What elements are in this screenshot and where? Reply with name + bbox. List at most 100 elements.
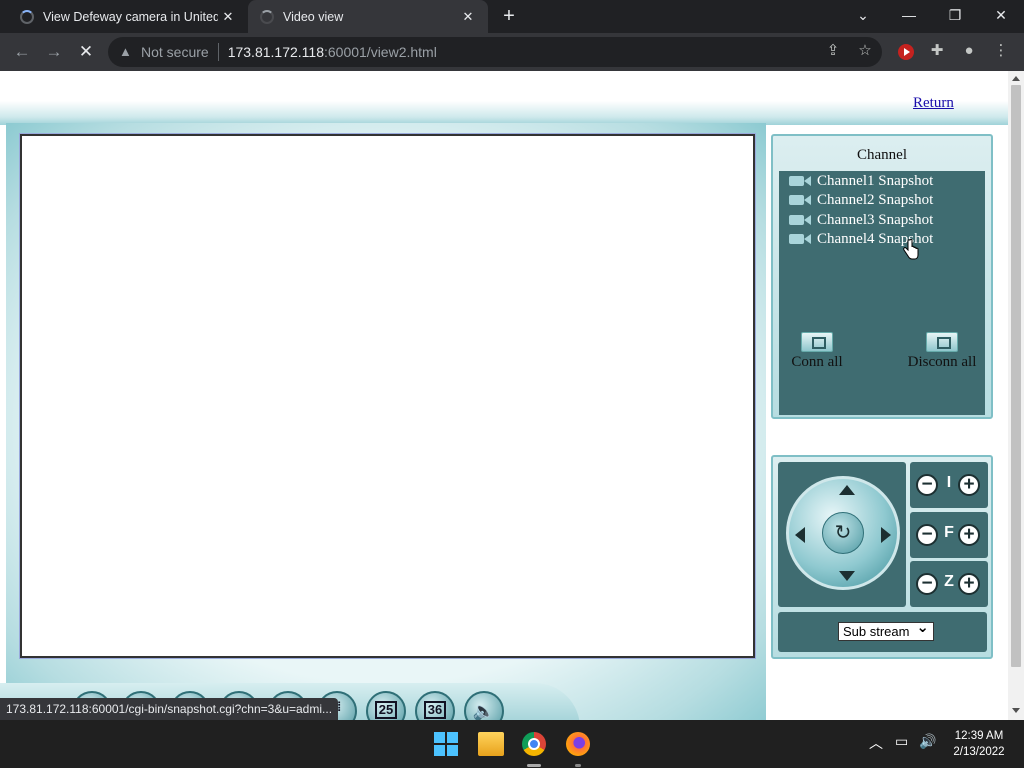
back-arrow-icon[interactable]: ← xyxy=(10,41,34,63)
stop-loading-icon[interactable]: ✕ xyxy=(74,41,98,63)
hand-cursor-icon xyxy=(903,239,919,260)
focus-minus-icon[interactable]: − xyxy=(916,524,938,546)
focus-plus-icon[interactable]: + xyxy=(958,524,980,546)
iris-label: I xyxy=(946,474,952,491)
tab-bar: View Defeway camera in United S ✕ Video … xyxy=(0,0,1024,33)
zoom-plus-icon[interactable]: + xyxy=(958,573,980,595)
restore-icon[interactable]: ❐ xyxy=(932,0,978,33)
web-page: Return Channel Channel1 Snapshot Channel… xyxy=(0,71,1008,720)
clock-time: 12:39 AM xyxy=(954,730,1004,742)
network-icon[interactable]: ▭ xyxy=(895,733,908,750)
tab-defeway-camera[interactable]: View Defeway camera in United S ✕ xyxy=(8,0,248,33)
ptz-joystick-box: ↻ xyxy=(778,462,906,607)
grid-25-label: 25 xyxy=(374,701,398,719)
video-view-area[interactable] xyxy=(20,134,755,658)
header-band xyxy=(0,71,1008,125)
network-connect-icon xyxy=(801,332,833,352)
pan-down-icon[interactable] xyxy=(839,571,855,581)
conn-all-label: Conn all xyxy=(791,354,843,370)
loading-spinner-icon xyxy=(260,9,274,24)
tab-close-icon[interactable]: ✕ xyxy=(458,9,478,25)
new-tab-icon[interactable]: + xyxy=(498,5,520,27)
grid-36-button[interactable]: 36 xyxy=(415,691,455,720)
tray-chevron-up-icon[interactable]: ︿ xyxy=(869,733,883,753)
file-explorer-icon[interactable] xyxy=(478,732,504,756)
tab-title: Video view xyxy=(283,9,344,24)
auto-rotate-button[interactable]: ↻ xyxy=(822,512,864,554)
camera-icon xyxy=(789,232,813,246)
grid-25-button[interactable]: 25 xyxy=(366,691,406,720)
channel3-snapshot[interactable]: Channel3 Snapshot xyxy=(789,210,933,230)
channel-list: Channel1 Snapshot Channel2 Snapshot Chan… xyxy=(779,171,985,415)
minimize-icon[interactable]: — xyxy=(886,0,932,33)
forward-arrow-icon[interactable]: → xyxy=(42,41,66,63)
focus-label: F xyxy=(944,524,954,541)
firefox-icon[interactable] xyxy=(566,732,590,756)
camera-icon xyxy=(789,213,813,227)
ptz-joystick[interactable]: ↻ xyxy=(786,476,900,590)
rotate-icon: ↻ xyxy=(834,522,852,544)
zoom-control: − Z + xyxy=(910,561,988,607)
profile-avatar-icon[interactable]: ● xyxy=(959,41,979,61)
disconn-all-label: Disconn all xyxy=(907,354,977,370)
warning-triangle-icon[interactable]: ▲ xyxy=(119,45,133,59)
channel-label: Channel2 Snapshot xyxy=(817,191,934,208)
loading-spinner-icon xyxy=(20,9,34,24)
return-link[interactable]: Return xyxy=(913,95,954,112)
camera-icon xyxy=(789,174,813,188)
volume-icon[interactable]: 🔊 xyxy=(919,733,936,750)
url-path: :60001/view2.html xyxy=(323,44,437,60)
close-window-icon[interactable]: ✕ xyxy=(978,0,1024,33)
bookmark-star-icon[interactable]: ☆ xyxy=(855,41,875,61)
stream-select[interactable]: Sub stream xyxy=(838,619,934,641)
security-label[interactable]: Not secure xyxy=(141,44,209,60)
ptz-panel: ↻ − I + − F + − Z + Sub stream xyxy=(771,455,993,659)
address-bar[interactable]: ▲ Not secure 173.81.172.118 :60001/view2… xyxy=(108,37,882,67)
share-icon[interactable]: ⇪ xyxy=(823,41,843,61)
conn-all-button[interactable]: Conn all xyxy=(777,332,857,371)
extensions-puzzle-icon[interactable]: ✚ xyxy=(927,41,947,61)
pan-right-icon[interactable] xyxy=(881,527,891,543)
windows-start-icon[interactable] xyxy=(434,732,460,756)
scroll-up-icon[interactable] xyxy=(1012,76,1020,81)
channel-panel-title: Channel xyxy=(857,147,907,163)
disconn-all-button[interactable]: Disconn all xyxy=(897,332,987,371)
channel2-snapshot[interactable]: Channel2 Snapshot xyxy=(789,190,933,210)
zoom-minus-icon[interactable]: − xyxy=(916,573,938,595)
channel-panel: Channel Channel1 Snapshot Channel2 Snaps… xyxy=(771,134,993,419)
divider xyxy=(217,43,219,61)
tab-video-view[interactable]: Video view ✕ xyxy=(248,0,488,33)
scroll-thumb[interactable] xyxy=(1011,85,1021,667)
stream-box: Sub stream xyxy=(778,612,987,652)
pan-left-icon[interactable] xyxy=(795,527,805,543)
browser-toolbar: ← → ✕ ▲ Not secure 173.81.172.118 :60001… xyxy=(0,33,1024,71)
youtube-extension-icon[interactable] xyxy=(898,44,914,60)
active-app-indicator xyxy=(527,764,541,767)
tab-close-icon[interactable]: ✕ xyxy=(218,9,238,25)
camera-icon xyxy=(789,193,813,207)
network-disconnect-icon xyxy=(926,332,958,352)
audio-speaker-icon[interactable]: 🔈 xyxy=(464,691,504,720)
iris-plus-icon[interactable]: + xyxy=(958,474,980,496)
status-url-bubble: 173.81.172.118:60001/cgi-bin/snapshot.cg… xyxy=(0,698,339,720)
channel1-snapshot[interactable]: Channel1 Snapshot xyxy=(789,171,933,191)
taskbar: ︿ ▭ 🔊 12:39 AM 2/13/2022 xyxy=(0,720,1024,768)
tab-search-icon[interactable]: ⌄ xyxy=(840,0,886,33)
pan-up-icon[interactable] xyxy=(839,485,855,495)
url-host: 173.81.172.118 xyxy=(227,44,324,60)
page-scrollbar[interactable] xyxy=(1008,71,1024,720)
clock-date: 2/13/2022 xyxy=(953,746,1005,758)
iris-control: − I + xyxy=(910,462,988,508)
menu-kebab-icon[interactable]: ⋮ xyxy=(991,41,1011,61)
clock[interactable]: 12:39 AM 2/13/2022 xyxy=(946,728,1012,760)
channel-label: Channel1 Snapshot xyxy=(817,172,934,189)
tab-title: View Defeway camera in United S xyxy=(43,9,218,24)
focus-control: − F + xyxy=(910,512,988,558)
app-indicator xyxy=(575,764,581,767)
iris-minus-icon[interactable]: − xyxy=(916,474,938,496)
zoom-label: Z xyxy=(944,573,954,590)
grid-36-label: 36 xyxy=(423,701,447,719)
chrome-icon[interactable] xyxy=(522,732,546,756)
scroll-down-icon[interactable] xyxy=(1012,708,1020,713)
channel-label: Channel3 Snapshot xyxy=(817,211,934,228)
